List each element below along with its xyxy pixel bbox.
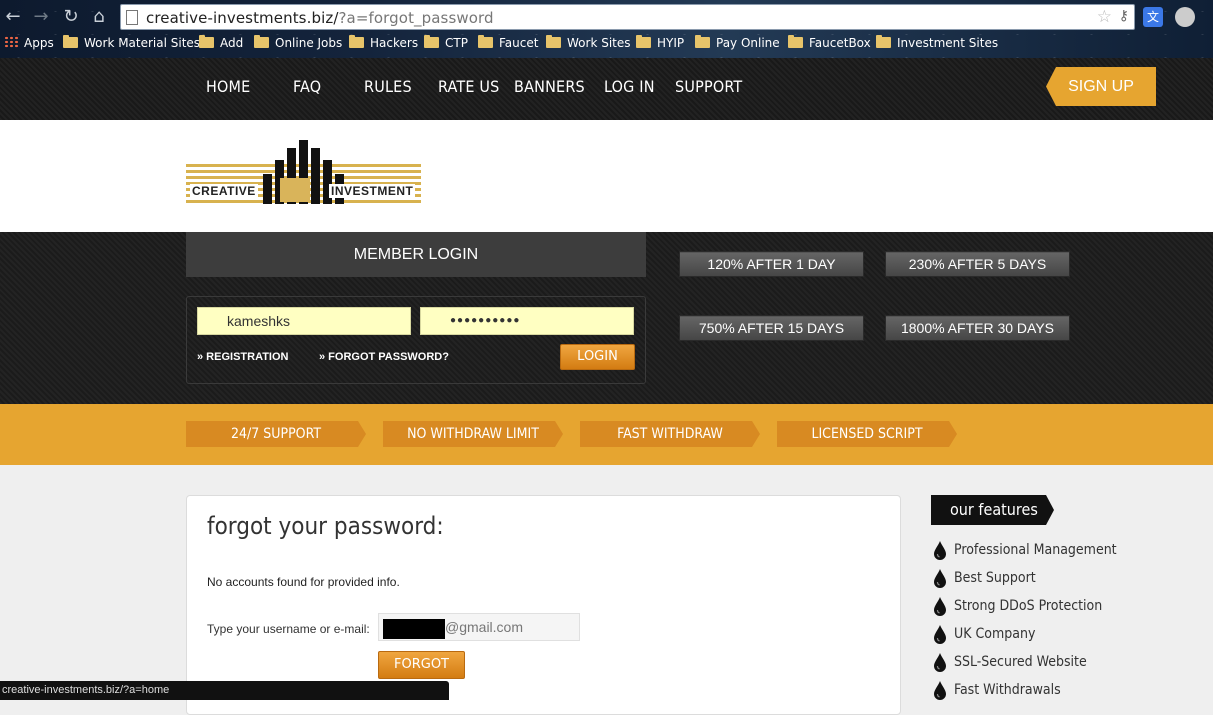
folder-icon xyxy=(788,35,803,48)
bookmark-folder[interactable]: Online Jobs xyxy=(254,35,342,50)
bookmark-apps[interactable]: Apps xyxy=(4,36,54,50)
folder-icon xyxy=(63,35,78,48)
forgot-password-link[interactable]: » FORGOT PASSWORD? xyxy=(319,351,449,363)
drop-icon xyxy=(934,569,946,588)
home-icon[interactable]: ⌂ xyxy=(88,6,110,28)
drop-icon xyxy=(934,625,946,644)
logo-band: CREATIVE INVESTMENT xyxy=(0,120,1213,232)
page-title: forgot your password: xyxy=(207,512,444,540)
folder-icon xyxy=(254,35,269,48)
bookmark-folder[interactable]: Hackers xyxy=(349,35,418,50)
key-icon[interactable]: ⚷ xyxy=(1119,8,1129,24)
plan-badge: 120% AFTER 1 DAY xyxy=(679,251,864,277)
bookmark-folder[interactable]: Investment Sites xyxy=(876,35,998,50)
nav-home[interactable]: HOME xyxy=(206,77,250,96)
feature-tag: NO WITHDRAW LIMIT xyxy=(383,421,563,447)
login-button[interactable]: LOGIN xyxy=(560,344,635,370)
folder-icon xyxy=(199,35,214,48)
feature-tag: FAST WITHDRAW xyxy=(580,421,760,447)
address-bar[interactable]: creative-investments.biz/?a=forgot_passw… xyxy=(120,4,1135,30)
folder-icon xyxy=(478,35,493,48)
nav-rules[interactable]: RULES xyxy=(364,77,412,96)
reload-icon[interactable]: ↻ xyxy=(60,6,82,28)
list-item: Fast Withdrawals xyxy=(931,680,1151,702)
nav-banners[interactable]: BANNERS xyxy=(514,77,585,96)
list-item: SSL-Secured Website xyxy=(931,652,1151,674)
apps-grid-icon xyxy=(4,36,18,48)
logo-word-investment: INVESTMENT xyxy=(329,184,416,198)
page-icon xyxy=(126,10,138,25)
folder-icon xyxy=(876,35,891,48)
forgot-button[interactable]: FORGOT xyxy=(378,651,465,679)
bookmark-folder[interactable]: CTP xyxy=(424,35,468,50)
status-bar-url: creative-investments.biz/?a=home xyxy=(0,681,449,700)
bookmark-folder[interactable]: Pay Online xyxy=(695,35,780,50)
list-item: Strong DDoS Protection xyxy=(931,596,1151,618)
list-item: UK Company xyxy=(931,624,1151,646)
error-message: No accounts found for provided info. xyxy=(207,575,400,589)
login-band: MEMBER LOGIN kameshks ●●●●●●●●●● » REGIS… xyxy=(0,232,1213,404)
feature-tag: 24/7 SUPPORT xyxy=(186,421,366,447)
folder-icon xyxy=(695,35,710,48)
forward-icon[interactable]: → xyxy=(30,6,52,28)
drop-icon xyxy=(934,653,946,672)
registration-link[interactable]: » REGISTRATION xyxy=(197,351,288,363)
plan-badge: 1800% AFTER 30 DAYS xyxy=(885,315,1070,341)
extension-icon[interactable] xyxy=(1175,7,1195,27)
bookmark-folder[interactable]: Work Material Sites xyxy=(63,35,200,50)
bookmark-folder[interactable]: HYIP xyxy=(636,35,684,50)
bookmark-folder[interactable]: Faucet xyxy=(478,35,538,50)
site-logo[interactable]: CREATIVE INVESTMENT xyxy=(186,140,421,210)
drop-icon xyxy=(934,681,946,700)
redaction-box xyxy=(383,619,445,639)
email-field[interactable]: @gmail.com xyxy=(378,613,580,641)
login-form: kameshks ●●●●●●●●●● » REGISTRATION » FOR… xyxy=(186,296,646,384)
url-text: creative-investments.biz/?a=forgot_passw… xyxy=(146,9,494,27)
logo-word-creative: CREATIVE xyxy=(190,184,258,198)
signup-button[interactable]: SIGN UP xyxy=(1046,67,1156,106)
bookmarks-bar: Apps Work Material Sites Add Online Jobs… xyxy=(0,34,1213,56)
list-item: Best Support xyxy=(931,568,1151,590)
member-login-title: MEMBER LOGIN xyxy=(186,232,646,277)
folder-icon xyxy=(636,35,651,48)
nav-log-in[interactable]: LOG IN xyxy=(604,77,655,96)
nav-faq[interactable]: FAQ xyxy=(293,77,321,96)
nav-support[interactable]: SUPPORT xyxy=(675,77,742,96)
features-band: 24/7 SUPPORT NO WITHDRAW LIMIT FAST WITH… xyxy=(0,404,1213,465)
bookmark-folder[interactable]: FaucetBox xyxy=(788,35,871,50)
sidebar-title: our features xyxy=(931,495,1054,525)
plan-badge: 230% AFTER 5 DAYS xyxy=(885,251,1070,277)
nav-rate-us[interactable]: RATE US xyxy=(438,77,500,96)
username-field[interactable]: kameshks xyxy=(197,307,411,335)
bookmark-folder[interactable]: Work Sites xyxy=(546,35,631,50)
browser-chrome: ← → ↻ ⌂ creative-investments.biz/?a=forg… xyxy=(0,0,1213,58)
site-nav: HOME FAQ RULES RATE US BANNERS LOG IN SU… xyxy=(0,58,1213,120)
bookmark-star-icon[interactable]: ☆ xyxy=(1097,7,1112,27)
drop-icon xyxy=(934,597,946,616)
drop-icon xyxy=(934,541,946,560)
bookmark-folder[interactable]: Add xyxy=(199,35,243,50)
back-icon[interactable]: ← xyxy=(2,6,24,28)
password-field[interactable]: ●●●●●●●●●● xyxy=(420,307,634,335)
translate-icon[interactable]: 文 xyxy=(1143,7,1163,27)
list-item: Professional Management xyxy=(931,540,1151,562)
folder-icon xyxy=(349,35,364,48)
email-label: Type your username or e-mail: xyxy=(207,622,370,636)
folder-icon xyxy=(424,35,439,48)
plan-badge: 750% AFTER 15 DAYS xyxy=(679,315,864,341)
feature-tag: LICENSED SCRIPT xyxy=(777,421,957,447)
folder-icon xyxy=(546,35,561,48)
